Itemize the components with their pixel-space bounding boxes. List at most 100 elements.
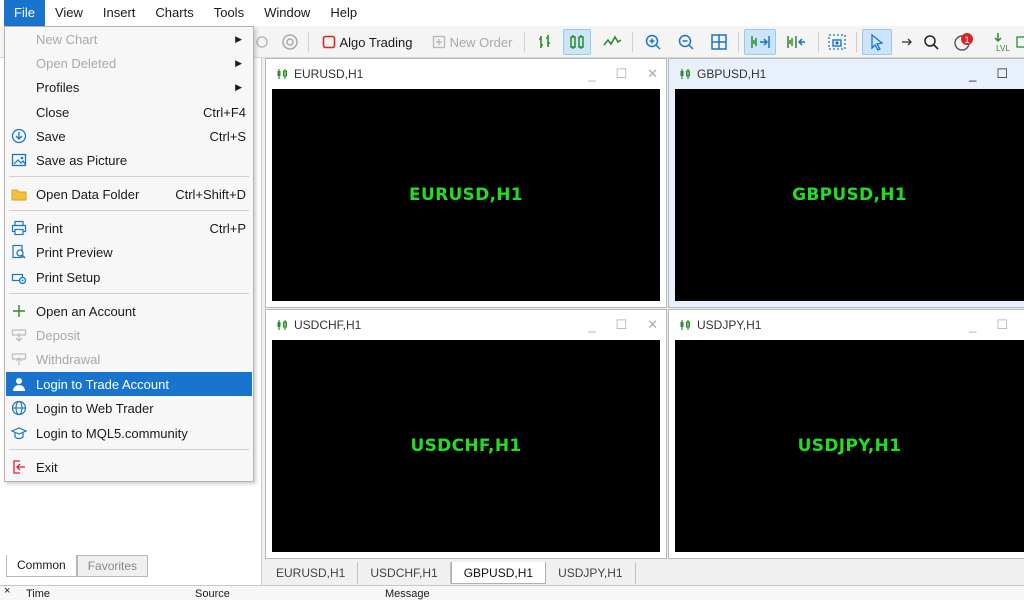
chart-window-gbpusd[interactable]: GBPUSD,H1 _ ☐ GBPUSD,H1 (668, 58, 1024, 308)
zoom-in-icon[interactable] (640, 29, 666, 55)
chart-canvas[interactable]: USDJPY,H1 (675, 340, 1024, 552)
chart-tab-gbpusd[interactable]: GBPUSD,H1 (450, 562, 547, 584)
menu-close[interactable]: Close Ctrl+F4 (6, 100, 252, 124)
svg-text:LVL: LVL (996, 44, 1010, 53)
submenu-arrow-icon: ▶ (235, 57, 242, 68)
deposit-icon (11, 327, 27, 343)
chart-title: USDJPY,H1 (697, 318, 762, 332)
exit-icon (11, 459, 27, 475)
menu-withdrawal[interactable]: Withdrawal (6, 347, 252, 371)
tile-windows-icon[interactable] (706, 29, 732, 55)
window-controls: _ ☐ ✕ (588, 310, 658, 340)
minimize-icon[interactable]: _ (588, 67, 595, 82)
chart-tab-eurusd[interactable]: EURUSD,H1 (264, 562, 359, 584)
search-icon[interactable] (920, 29, 942, 55)
menu-deposit[interactable]: Deposit (6, 323, 252, 347)
chart-canvas[interactable]: GBPUSD,H1 (675, 89, 1024, 301)
new-order-button[interactable]: New Order (426, 29, 518, 55)
chart-window-usdchf[interactable]: USDCHF,H1 _ ☐ ✕ USDCHF,H1 (265, 309, 667, 559)
user-icon (11, 376, 27, 392)
menu-login-mql5[interactable]: Login to MQL5.community (6, 421, 252, 445)
print-preview-icon (11, 244, 27, 260)
minimize-icon[interactable]: _ (969, 318, 976, 333)
chart-shift-icon[interactable] (780, 29, 812, 55)
zoom-out-icon[interactable] (673, 29, 699, 55)
menu-insert[interactable]: Insert (93, 0, 146, 26)
submenu-arrow-icon: ▶ (235, 81, 242, 92)
chart-window-usdjpy[interactable]: USDJPY,H1 _ ☐ USDJPY,H1 (668, 309, 1024, 559)
candlestick-icon[interactable] (563, 29, 591, 55)
chart-title: EURUSD,H1 (294, 67, 364, 81)
chart-symbol-label: USDJPY,H1 (797, 436, 902, 456)
submenu-arrow-icon: ▶ (235, 33, 242, 44)
menu-save-as-picture[interactable]: Save as Picture (6, 148, 252, 172)
chart-window-eurusd[interactable]: EURUSD,H1 _ ☐ ✕ EURUSD,H1 (265, 58, 667, 308)
chart-canvas[interactable]: USDCHF,H1 (272, 340, 660, 552)
minimize-icon[interactable]: _ (969, 67, 976, 82)
maximize-icon[interactable]: ☐ (996, 317, 1008, 333)
plus-icon (11, 303, 27, 319)
column-source[interactable]: Source (195, 588, 230, 600)
chart-tab-usdjpy[interactable]: USDJPY,H1 (546, 562, 636, 584)
menu-login-web-trader[interactable]: Login to Web Trader (6, 396, 252, 420)
menu-print-preview[interactable]: Print Preview (6, 240, 252, 264)
toolbox-close-icon[interactable]: × (4, 585, 10, 597)
navigator-tab-favorites[interactable]: Favorites (76, 555, 149, 577)
withdrawal-icon (11, 351, 27, 367)
chart-symbol-label: USDCHF,H1 (410, 436, 522, 456)
menu-new-chart[interactable]: New Chart ▶ (6, 27, 252, 51)
candlestick-small-icon (277, 320, 287, 330)
menu-open-data-folder[interactable]: Open Data Folder Ctrl+Shift+D (6, 182, 252, 206)
menu-print-setup[interactable]: Print Setup (6, 265, 252, 289)
algo-trading-button[interactable]: Algo Trading (316, 29, 418, 55)
chart-tabs: EURUSD,H1 USDCHF,H1 GBPUSD,H1 USDJPY,H1 (264, 562, 636, 584)
minimize-icon[interactable]: _ (588, 318, 595, 333)
stop-square-icon (322, 35, 335, 49)
menu-exit[interactable]: Exit (6, 455, 252, 479)
window-controls: _ ☐ (969, 310, 1008, 340)
menu-help[interactable]: Help (320, 0, 367, 26)
menu-tools[interactable]: Tools (204, 0, 254, 26)
maximize-icon[interactable]: ☐ (996, 66, 1008, 82)
menu-profiles[interactable]: Profiles ▶ (6, 75, 252, 99)
line-chart-icon[interactable] (598, 29, 626, 55)
file-menu-dropdown: New Chart ▶ Open Deleted ▶ Profiles ▶ Cl… (4, 26, 254, 482)
menu-charts[interactable]: Charts (145, 0, 203, 26)
chart-title: GBPUSD,H1 (697, 67, 767, 81)
notifications-icon[interactable]: 1 (950, 29, 978, 55)
overflow-icon[interactable] (1016, 29, 1024, 55)
maximize-icon[interactable]: ☐ (615, 317, 627, 333)
menu-open-deleted[interactable]: Open Deleted ▶ (6, 51, 252, 75)
candlestick-small-icon (277, 69, 287, 79)
folder-icon (11, 186, 27, 202)
menu-file[interactable]: File (4, 0, 45, 26)
maximize-icon[interactable]: ☐ (615, 66, 627, 82)
screenshot-icon[interactable] (824, 29, 850, 55)
svg-text:1: 1 (964, 35, 969, 45)
cursor-icon[interactable] (862, 29, 892, 55)
menu-login-trade-account[interactable]: Login to Trade Account (6, 372, 252, 396)
close-icon[interactable]: ✕ (647, 317, 658, 333)
chart-canvas[interactable]: EURUSD,H1 (272, 89, 660, 301)
menu-save[interactable]: Save Ctrl+S (6, 124, 252, 148)
menu-view[interactable]: View (45, 0, 93, 26)
close-icon[interactable]: ✕ (647, 66, 658, 82)
bar-chart-icon[interactable] (532, 29, 558, 55)
window-controls: _ ☐ (969, 59, 1008, 89)
chart-title: USDCHF,H1 (294, 318, 362, 332)
printer-icon (11, 220, 27, 236)
level-icon[interactable]: LVL (990, 29, 1016, 55)
signals-icon[interactable] (278, 29, 302, 55)
navigator-tab-common[interactable]: Common (6, 555, 77, 577)
column-time[interactable]: Time (26, 588, 50, 600)
candlestick-small-icon (680, 69, 690, 79)
column-message[interactable]: Message (385, 588, 430, 600)
menu-window[interactable]: Window (254, 0, 320, 26)
arrow-line-icon[interactable] (897, 29, 917, 55)
menu-open-account[interactable]: Open an Account (6, 299, 252, 323)
menu-print[interactable]: Print Ctrl+P (6, 216, 252, 240)
new-order-icon (432, 35, 445, 49)
chart-tab-usdchf[interactable]: USDCHF,H1 (358, 562, 451, 584)
auto-scroll-icon[interactable] (744, 29, 776, 55)
save-icon (11, 128, 27, 144)
